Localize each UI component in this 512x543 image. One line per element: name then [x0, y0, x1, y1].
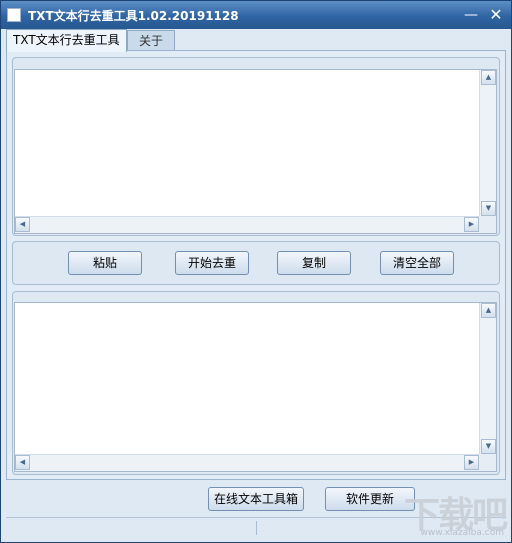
scroll-up-icon[interactable]: ▲ [481, 303, 496, 318]
status-divider [256, 521, 257, 535]
scrollbar-corner [479, 454, 496, 471]
scroll-right-icon[interactable]: ▶ [464, 455, 479, 470]
watermark-logo: 下载吧 www.xiazaiba.com [376, 486, 510, 542]
close-button[interactable]: ✕ [486, 5, 506, 25]
paste-button[interactable]: 粘贴 [68, 251, 142, 275]
scroll-up-icon[interactable]: ▲ [481, 70, 496, 85]
start-dedupe-button[interactable]: 开始去重 [175, 251, 249, 275]
watermark-url: www.xiazaiba.com [420, 528, 504, 538]
output-textarea[interactable]: ▲ ▼ ◀ ▶ [14, 302, 497, 472]
scroll-right-icon[interactable]: ▶ [464, 217, 479, 232]
output-horizontal-scrollbar[interactable]: ◀ ▶ [15, 454, 479, 471]
window-title: TXT文本行去重工具1.02.20191128 [28, 9, 239, 23]
input-horizontal-scrollbar[interactable]: ◀ ▶ [15, 216, 479, 233]
scroll-left-icon[interactable]: ◀ [15, 455, 30, 470]
scrollbar-corner [479, 216, 496, 233]
copy-button[interactable]: 复制 [277, 251, 351, 275]
scroll-down-icon[interactable]: ▼ [481, 201, 496, 216]
online-toolbox-button[interactable]: 在线文本工具箱 [208, 487, 304, 511]
app-icon [7, 8, 21, 22]
minimize-button[interactable]: — [461, 5, 481, 25]
scroll-down-icon[interactable]: ▼ [481, 439, 496, 454]
output-vertical-scrollbar[interactable]: ▲ ▼ [479, 303, 496, 454]
input-textarea[interactable]: ▲ ▼ ◀ ▶ [14, 69, 497, 234]
tab-dedupe-tool[interactable]: TXT文本行去重工具 [6, 29, 127, 52]
input-vertical-scrollbar[interactable]: ▲ ▼ [479, 70, 496, 216]
tab-about[interactable]: 关于 [127, 30, 175, 52]
clear-all-button[interactable]: 清空全部 [380, 251, 454, 275]
title-bar[interactable]: TXT文本行去重工具1.02.20191128 — ✕ [1, 1, 511, 29]
scroll-left-icon[interactable]: ◀ [15, 217, 30, 232]
